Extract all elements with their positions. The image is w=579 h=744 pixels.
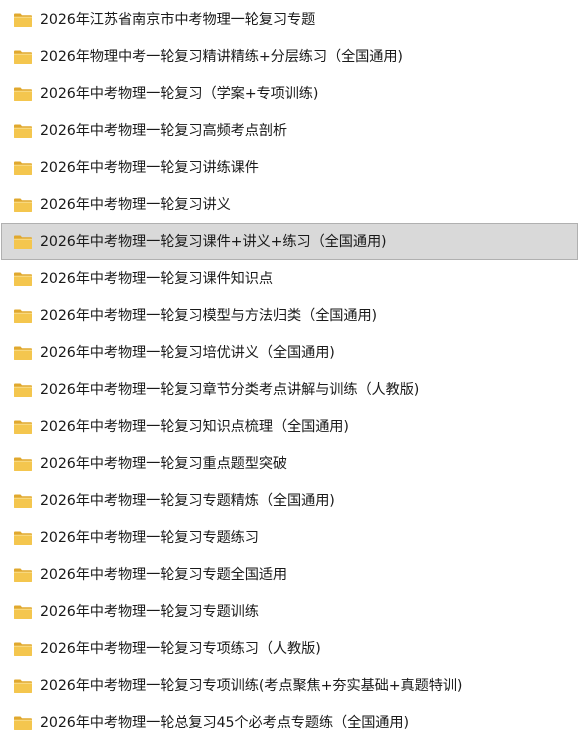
folder-item[interactable]: 2026年中考物理一轮复习培优讲义（全国通用) (1, 334, 578, 371)
folder-name: 2026年中考物理一轮复习模型与方法归类（全国通用) (40, 307, 377, 324)
folder-icon (13, 271, 33, 287)
folder-name: 2026年中考物理一轮复习重点题型突破 (40, 456, 288, 473)
folder-name: 2026年中考物理一轮复习（学案+专项训练) (40, 85, 319, 102)
folder-item[interactable]: 2026年中考物理一轮复习专项练习（人教版) (1, 631, 578, 668)
folder-name: 2026年江苏省南京市中考物理一轮复习专题 (40, 11, 316, 28)
folder-icon (13, 123, 33, 139)
folder-list: 2026年江苏省南京市中考物理一轮复习专题 2026年物理中考一轮复习精讲精练+分… (0, 0, 579, 744)
folder-icon (13, 604, 33, 620)
folder-name: 2026年中考物理一轮复习课件知识点 (40, 270, 273, 287)
folder-item[interactable]: 2026年物理中考一轮复习精讲精练+分层练习（全国通用) (1, 38, 578, 75)
folder-item[interactable]: 2026年中考物理一轮复习（学案+专项训练) (1, 75, 578, 112)
folder-item[interactable]: 2026年中考物理一轮复习讲练课件 (1, 149, 578, 186)
folder-name: 2026年中考物理一轮复习专题全国适用 (40, 567, 288, 584)
folder-name: 2026年中考物理一轮复习课件+讲义+练习（全国通用) (40, 233, 387, 250)
folder-name: 2026年中考物理一轮复习章节分类考点讲解与训练（人教版) (40, 381, 420, 398)
folder-name: 2026年中考物理一轮复习专项训练(考点聚焦+夯实基础+真题特训) (40, 678, 463, 695)
folder-name: 2026年中考物理一轮复习专题精炼（全国通用) (40, 493, 335, 510)
folder-icon (13, 49, 33, 65)
folder-icon (13, 308, 33, 324)
folder-item[interactable]: 2026年中考物理一轮复习知识点梳理（全国通用) (1, 409, 578, 446)
folder-icon (13, 86, 33, 102)
folder-item[interactable]: 2026年中考物理一轮复习章节分类考点讲解与训练（人教版) (1, 371, 578, 408)
folder-item[interactable]: 2026年中考物理一轮复习课件+讲义+练习（全国通用) (1, 223, 578, 261)
folder-item[interactable]: 2026年中考物理一轮复习专题训练 (1, 594, 578, 631)
folder-icon (13, 641, 33, 657)
folder-icon (13, 715, 33, 731)
folder-item[interactable]: 2026年中考物理一轮复习专题练习 (1, 520, 578, 557)
folder-item[interactable]: 2026年中考物理一轮复习专题全国适用 (1, 557, 578, 594)
folder-name: 2026年中考物理一轮复习培优讲义（全国通用) (40, 344, 335, 361)
folder-name: 2026年中考物理一轮复习知识点梳理（全国通用) (40, 419, 349, 436)
folder-icon (13, 160, 33, 176)
folder-name: 2026年中考物理一轮复习讲练课件 (40, 159, 259, 176)
folder-item[interactable]: 2026年中考物理一轮复习模型与方法归类（全国通用) (1, 297, 578, 334)
folder-item[interactable]: 2026年中考物理一轮复习专项训练(考点聚焦+夯实基础+真题特训) (1, 668, 578, 705)
folder-name: 2026年中考物理一轮复习专项练习（人教版) (40, 641, 321, 658)
folder-icon (13, 456, 33, 472)
folder-icon (13, 382, 33, 398)
folder-icon (13, 567, 33, 583)
folder-icon (13, 12, 33, 28)
folder-icon (13, 234, 33, 250)
folder-icon (13, 419, 33, 435)
folder-item[interactable]: 2026年中考物理一轮复习重点题型突破 (1, 446, 578, 483)
folder-name: 2026年中考物理一轮复习讲义 (40, 196, 231, 213)
folder-icon (13, 197, 33, 213)
folder-item[interactable]: 2026年中考物理一轮总复习45个必考点专题练（全国通用) (1, 705, 578, 742)
folder-item[interactable]: 2026年中考物理一轮复习讲义 (1, 186, 578, 223)
folder-item[interactable]: 2026年中考物理一轮复习课件知识点 (1, 260, 578, 297)
folder-name: 2026年中考物理一轮复习专题训练 (40, 604, 259, 621)
folder-icon (13, 345, 33, 361)
folder-icon (13, 678, 33, 694)
folder-item[interactable]: 2026年江苏省南京市中考物理一轮复习专题 (1, 1, 578, 38)
folder-item[interactable]: 2026年中考物理一轮复习专题精炼（全国通用) (1, 483, 578, 520)
folder-name: 2026年中考物理一轮总复习45个必考点专题练（全国通用) (40, 715, 409, 732)
folder-item[interactable]: 2026年中考物理一轮复习高频考点剖析 (1, 112, 578, 149)
folder-name: 2026年物理中考一轮复习精讲精练+分层练习（全国通用) (40, 48, 403, 65)
folder-icon (13, 530, 33, 546)
folder-icon (13, 493, 33, 509)
folder-name: 2026年中考物理一轮复习专题练习 (40, 530, 259, 547)
folder-name: 2026年中考物理一轮复习高频考点剖析 (40, 122, 288, 139)
